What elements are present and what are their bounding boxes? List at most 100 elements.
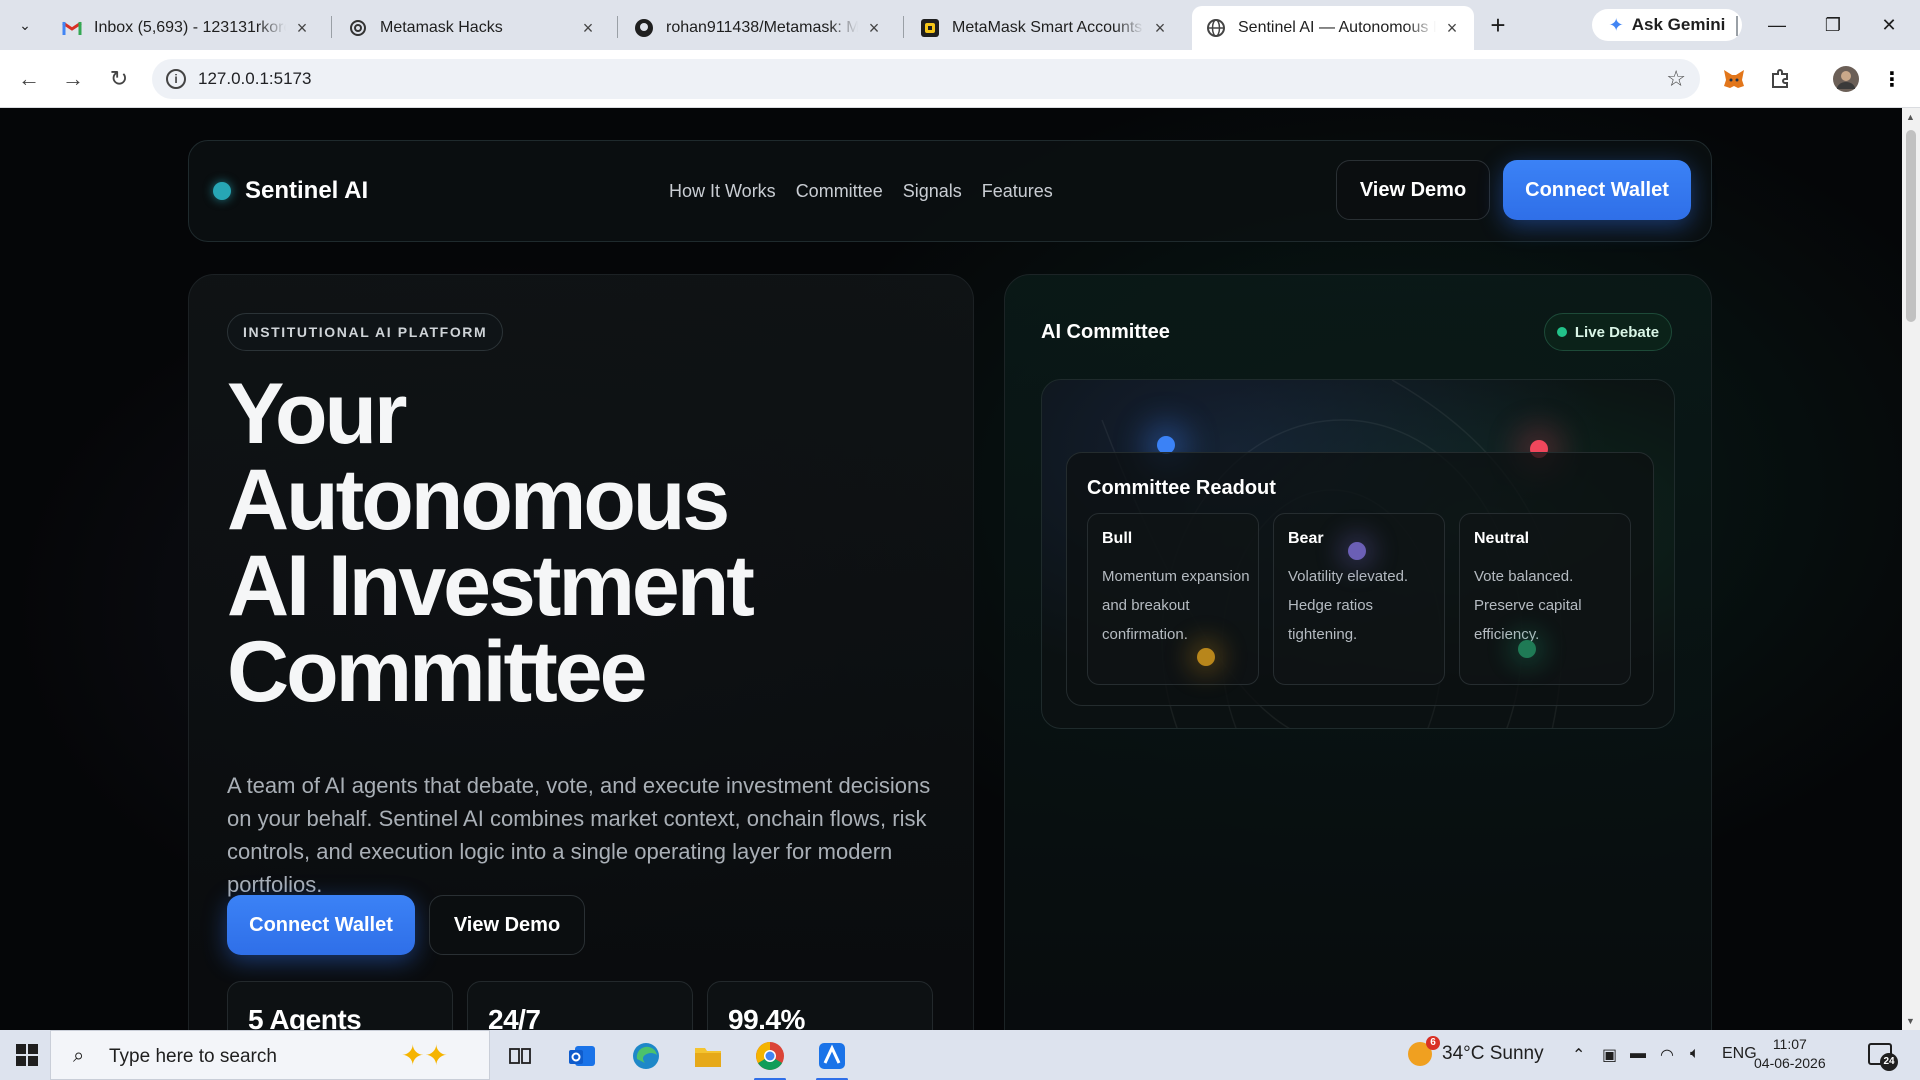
platform-badge: INSTITUTIONAL AI PLATFORM bbox=[227, 313, 504, 351]
language-indicator[interactable]: ENG bbox=[1722, 1045, 1757, 1063]
hero-title-line: Committee bbox=[227, 624, 647, 720]
bull-card: Bull Momentum expansion and breakout con… bbox=[1087, 513, 1259, 685]
clock-time: 11:07 bbox=[1772, 1036, 1807, 1052]
tab-metamask-kit[interactable]: MetaMask Smart Accounts Kit × bbox=[906, 6, 1182, 50]
outlook-icon[interactable] bbox=[564, 1038, 600, 1074]
weather-badge: 6 bbox=[1426, 1036, 1440, 1050]
github-icon bbox=[634, 18, 654, 38]
site-navbar: Sentinel AI How It Works Committee Signa… bbox=[188, 140, 1712, 242]
committee-readout: Committee Readout Bull Momentum expansio… bbox=[1066, 452, 1654, 706]
clock-date: 04-06-2026 bbox=[1754, 1055, 1826, 1071]
stat-card-uptime: 24/7 bbox=[467, 981, 693, 1030]
close-tab-icon[interactable]: × bbox=[1442, 18, 1462, 38]
close-window-icon[interactable]: ✕ bbox=[1866, 8, 1912, 42]
ask-gemini-button[interactable]: ✦ Ask Gemini bbox=[1592, 9, 1742, 41]
analyst-agent-orb bbox=[1348, 542, 1366, 560]
search-placeholder: Type here to search bbox=[109, 1046, 277, 1067]
brand-logo-dot bbox=[213, 182, 231, 200]
stat-value: 24/7 bbox=[488, 1004, 541, 1030]
back-icon[interactable]: ← bbox=[14, 64, 44, 94]
scrollbar-thumb[interactable] bbox=[1906, 130, 1916, 322]
notifications-icon[interactable]: 24 bbox=[1868, 1043, 1898, 1071]
scroll-up-icon[interactable]: ▲ bbox=[1906, 112, 1915, 122]
neutral-card-title: Neutral bbox=[1474, 530, 1530, 547]
system-clock[interactable]: 11:07 04-06-2026 bbox=[1754, 1035, 1826, 1073]
new-tab-button[interactable]: + bbox=[1484, 12, 1512, 40]
hero-card: INSTITUTIONAL AI PLATFORM Your Autonomou… bbox=[188, 274, 974, 1030]
close-tab-icon[interactable]: × bbox=[864, 18, 884, 38]
view-demo-button[interactable]: View Demo bbox=[1336, 160, 1490, 220]
bear-card-title: Bear bbox=[1288, 530, 1324, 547]
gmail-icon bbox=[62, 18, 82, 38]
close-tab-icon[interactable]: × bbox=[578, 18, 598, 38]
hero-view-demo-button[interactable]: View Demo bbox=[429, 895, 585, 955]
bull-card-title: Bull bbox=[1102, 530, 1133, 547]
committee-title: AI Committee bbox=[1041, 321, 1170, 343]
tray-device-icon[interactable]: ▣ bbox=[1602, 1045, 1617, 1065]
tray-chevron-icon[interactable]: ⌃ bbox=[1572, 1045, 1585, 1065]
extensions-puzzle-icon[interactable] bbox=[1766, 65, 1794, 93]
live-status-dot bbox=[1556, 327, 1567, 337]
risk-agent-orb bbox=[1197, 648, 1215, 666]
hero-description: A team of AI agents that debate, vote, a… bbox=[227, 773, 931, 897]
hero-title: Your Autonomous AI Investment Committee bbox=[227, 371, 947, 715]
chrome-icon[interactable] bbox=[752, 1038, 788, 1080]
bear-card: Bear Volatility elevated. Hedge ratios t… bbox=[1273, 513, 1445, 685]
app-launcher-icon[interactable] bbox=[814, 1038, 850, 1080]
avatar[interactable] bbox=[1832, 65, 1860, 93]
hero-title-line: AI Investment bbox=[227, 538, 755, 634]
file-explorer-icon[interactable] bbox=[690, 1038, 726, 1074]
tab-separator bbox=[331, 16, 332, 38]
battery-icon[interactable]: ▬ bbox=[1630, 1045, 1646, 1063]
weather-widget[interactable]: 6 34°C Sunny bbox=[1408, 1036, 1544, 1066]
restore-icon[interactable]: ❐ bbox=[1810, 8, 1856, 42]
committee-visualization: Committee Readout Bull Momentum expansio… bbox=[1041, 379, 1675, 729]
windows-taskbar: ⌕ Type here to search ✦✦ 6 34°C Sunny ⌃ … bbox=[0, 1030, 1920, 1080]
brand[interactable]: Sentinel AI bbox=[213, 177, 368, 205]
tab-gmail[interactable]: Inbox (5,693) - 123131rkorohan@gmail.com… bbox=[48, 6, 324, 50]
openai-icon bbox=[348, 18, 368, 38]
nav-link-signals[interactable]: Signals bbox=[903, 181, 962, 202]
nav-link-how-it-works[interactable]: How It Works bbox=[669, 181, 776, 202]
wifi-icon[interactable]: ◠ bbox=[1660, 1045, 1674, 1065]
tab-separator bbox=[617, 16, 618, 38]
connect-wallet-button[interactable]: Connect Wallet bbox=[1503, 160, 1691, 220]
bookmark-star-icon[interactable]: ☆ bbox=[1666, 66, 1686, 92]
tab-github-repo[interactable]: rohan911438/Metamask: MetaMask × bbox=[620, 6, 896, 50]
tab-separator bbox=[903, 16, 904, 38]
hero-connect-wallet-button[interactable]: Connect Wallet bbox=[227, 895, 415, 955]
stat-value: 99.4% bbox=[728, 1004, 805, 1030]
neutral-agent-orb bbox=[1518, 640, 1536, 658]
nav-link-committee[interactable]: Committee bbox=[796, 181, 883, 202]
site-info-icon[interactable]: i bbox=[166, 69, 186, 89]
stat-card-agents: 5 Agents bbox=[227, 981, 453, 1030]
taskbar-search-box[interactable]: ⌕ Type here to search ✦✦ bbox=[50, 1030, 490, 1080]
address-bar[interactable]: i 127.0.0.1:5173 ☆ bbox=[152, 59, 1700, 99]
metamask-fox-icon[interactable] bbox=[1720, 65, 1748, 93]
tab-search-chevron-icon[interactable]: ⌄ bbox=[12, 12, 38, 38]
task-view-icon[interactable] bbox=[502, 1038, 538, 1074]
windows-start-icon[interactable] bbox=[16, 1044, 38, 1066]
minimize-icon[interactable]: — bbox=[1754, 8, 1800, 42]
stat-card-accuracy: 99.4% bbox=[707, 981, 933, 1030]
page-scrollbar[interactable]: ▲ ▼ bbox=[1902, 108, 1920, 1030]
hero-title-line: Your bbox=[227, 366, 408, 462]
forward-icon[interactable]: → bbox=[58, 64, 88, 94]
url-text[interactable]: 127.0.0.1:5173 bbox=[198, 69, 311, 89]
close-tab-icon[interactable]: × bbox=[292, 18, 312, 38]
globe-icon bbox=[1206, 18, 1226, 38]
brand-name: Sentinel AI bbox=[245, 177, 369, 204]
volume-icon[interactable]: 🔈︎ bbox=[1690, 1045, 1700, 1063]
reload-icon[interactable]: ↻ bbox=[104, 64, 134, 94]
search-highlight-icon: ✦✦ bbox=[401, 1040, 448, 1071]
tab-metamask-hacks[interactable]: Metamask Hacks × bbox=[334, 6, 610, 50]
scroll-down-icon[interactable]: ▼ bbox=[1906, 1016, 1915, 1026]
browser-menu-icon[interactable]: ⋮ bbox=[1878, 65, 1906, 93]
edge-icon[interactable] bbox=[628, 1038, 664, 1074]
tab-sentinel-ai[interactable]: Sentinel AI — Autonomous Investment × bbox=[1192, 6, 1474, 50]
close-tab-icon[interactable]: × bbox=[1150, 18, 1170, 38]
nav-link-features[interactable]: Features bbox=[982, 181, 1053, 202]
search-icon: ⌕ bbox=[73, 1045, 85, 1067]
ai-committee-card: AI Committee Live Debate Committee Reado… bbox=[1004, 274, 1712, 1030]
bull-card-text: Momentum expansion and breakout confirma… bbox=[1102, 568, 1250, 643]
